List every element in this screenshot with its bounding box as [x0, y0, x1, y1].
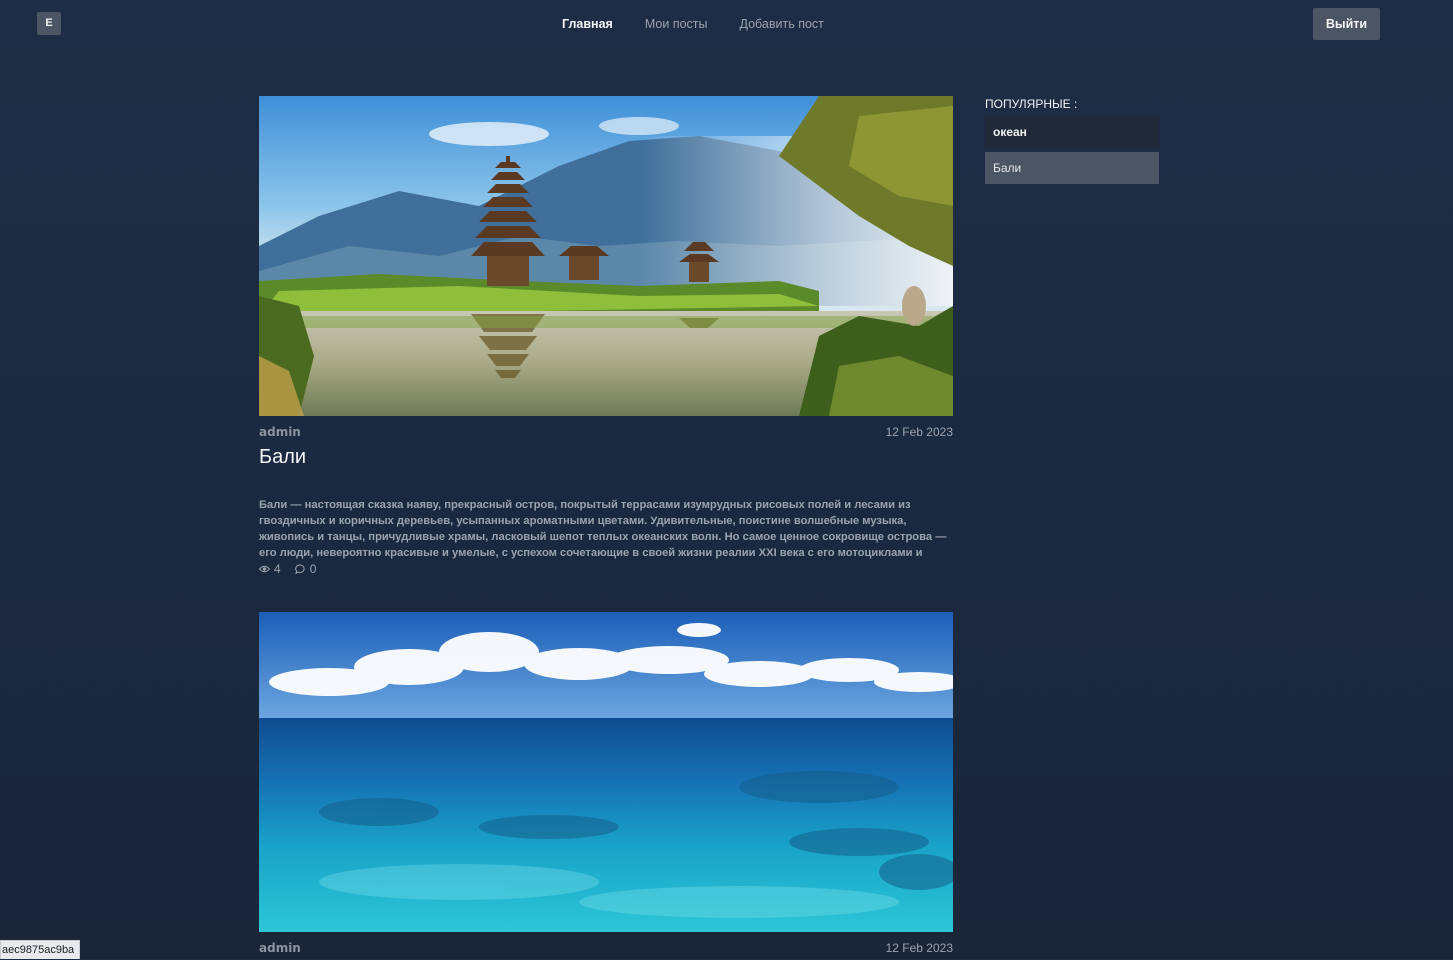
- views-count: 4: [274, 562, 281, 576]
- popular-tag-bali[interactable]: Бали: [985, 152, 1159, 184]
- post-author[interactable]: admin: [259, 941, 301, 955]
- post-title[interactable]: Бали: [259, 444, 953, 470]
- comments-count: 0: [309, 562, 317, 576]
- post-date: 12 Feb 2023: [885, 425, 953, 439]
- main-nav: Главная Мои посты Добавить пост: [562, 17, 824, 31]
- post-date: 12 Feb 2023: [885, 941, 953, 955]
- post-author[interactable]: admin: [259, 425, 301, 439]
- site-logo[interactable]: E: [37, 12, 61, 35]
- ocean-photo: [259, 612, 953, 932]
- post-meta: admin 12 Feb 2023: [259, 941, 953, 957]
- browser-status-url: aec9875ac9ba: [0, 940, 81, 959]
- nav-link-my-posts[interactable]: Мои посты: [645, 17, 708, 31]
- post-meta: admin 12 Feb 2023: [259, 425, 953, 441]
- post-stats: 4 0: [259, 562, 953, 576]
- comments-stat: 0: [294, 562, 317, 576]
- post-image-ocean[interactable]: [259, 612, 953, 932]
- nav-link-add-post[interactable]: Добавить пост: [739, 17, 823, 31]
- popular-tag-ocean[interactable]: океан: [985, 116, 1159, 148]
- post-card: admin 12 Feb 2023: [259, 612, 953, 957]
- bali-temple-photo: [259, 96, 953, 416]
- post-card: admin 12 Feb 2023 Бали Бали — настоящая …: [259, 96, 953, 576]
- popular-sidebar: ПОПУЛЯРНЫЕ : океан Бали: [985, 96, 1159, 184]
- post-excerpt: Бали — настоящая сказка наяву, прекрасны…: [259, 499, 947, 559]
- post-image-bali[interactable]: [259, 96, 953, 416]
- eye-icon: [259, 565, 270, 573]
- nav-link-home[interactable]: Главная: [562, 17, 613, 31]
- comment-icon: [294, 564, 306, 574]
- views-stat: 4: [259, 562, 281, 576]
- top-navbar: E Главная Мои посты Добавить пост Выйти: [0, 0, 1453, 50]
- popular-title: ПОПУЛЯРНЫЕ :: [985, 97, 1078, 111]
- logout-button[interactable]: Выйти: [1313, 8, 1380, 40]
